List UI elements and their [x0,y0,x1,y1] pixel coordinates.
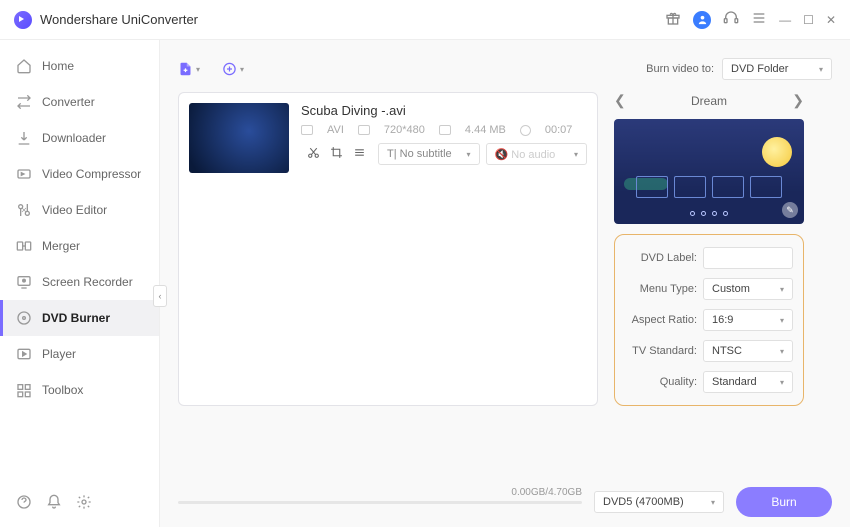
help-icon[interactable] [16,494,32,513]
sidebar-item-player[interactable]: Player [0,336,159,372]
sidebar-item-label: Merger [42,239,80,253]
sidebar: Home Converter Downloader Video Compress… [0,40,160,527]
file-resolution: 720*480 [384,124,425,136]
merger-icon [16,238,32,254]
sidebar-item-label: Converter [42,95,95,109]
disc-type-select[interactable]: DVD5 (4700MB)▾ [594,491,724,513]
file-card: Scuba Diving -.avi AVI 720*480 4.44 MB 0… [178,92,598,406]
minimize-button[interactable]: — [779,13,791,27]
theme-preview[interactable]: ✎ [614,119,804,224]
sidebar-item-label: Downloader [42,131,106,145]
collapse-sidebar-button[interactable]: ‹ [153,285,167,307]
sidebar-item-dvd-burner[interactable]: DVD Burner [0,300,159,336]
sidebar-item-home[interactable]: Home [0,48,159,84]
player-icon [16,346,32,362]
file-size: 4.44 MB [465,124,506,136]
sidebar-item-label: DVD Burner [42,311,110,325]
sidebar-item-converter[interactable]: Converter [0,84,159,120]
app-title: Wondershare UniConverter [40,12,665,27]
burn-button[interactable]: Burn [736,487,832,517]
sidebar-item-label: Video Editor [42,203,107,217]
sidebar-item-label: Home [42,59,74,73]
aspect-ratio-label: Aspect Ratio: [625,314,697,326]
sidebar-item-toolbox[interactable]: Toolbox [0,372,159,408]
sidebar-item-compressor[interactable]: Video Compressor [0,156,159,192]
crop-icon[interactable] [330,146,343,162]
sidebar-item-merger[interactable]: Merger [0,228,159,264]
menu-type-label: Menu Type: [625,283,697,295]
burn-to-select[interactable]: DVD Folder▾ [722,58,832,80]
settings-icon[interactable] [76,494,92,513]
sidebar-item-editor[interactable]: Video Editor [0,192,159,228]
sidebar-item-label: Video Compressor [42,167,141,181]
sidebar-item-label: Screen Recorder [42,275,133,289]
capacity-progress: 0.00GB/4.70GB [178,501,582,504]
editor-icon [16,202,32,218]
dvd-icon [16,310,32,326]
dvd-label-label: DVD Label: [625,252,697,264]
theme-name: Dream [691,94,727,108]
capacity-label: 0.00GB/4.70GB [511,487,582,498]
headset-icon[interactable] [723,10,739,29]
quality-label: Quality: [625,376,697,388]
tv-standard-label: TV Standard: [625,345,697,357]
converter-icon [16,94,32,110]
sidebar-item-downloader[interactable]: Downloader [0,120,159,156]
trim-icon[interactable] [307,146,320,162]
dvd-settings-panel: DVD Label: Menu Type: Custom▾ Aspect Rat… [614,234,804,406]
size-icon [439,125,451,135]
sidebar-item-label: Player [42,347,76,361]
home-icon [16,58,32,74]
tv-standard-select[interactable]: NTSC▾ [703,340,793,362]
file-duration: 00:07 [545,124,573,136]
audio-select[interactable]: 🔇 No audio▾ [486,143,588,165]
menu-type-select[interactable]: Custom▾ [703,278,793,300]
clock-icon [520,125,531,136]
close-button[interactable]: ✕ [826,13,836,27]
gift-icon[interactable] [665,10,681,29]
file-name: Scuba Diving -.avi [301,103,587,118]
effects-icon[interactable] [353,146,366,162]
edit-theme-icon[interactable]: ✎ [782,202,798,218]
quality-select[interactable]: Standard▾ [703,371,793,393]
burn-to-label: Burn video to: [646,63,714,75]
sidebar-item-recorder[interactable]: Screen Recorder [0,264,159,300]
add-source-button[interactable]: ▾ [222,58,244,80]
add-file-button[interactable]: ▾ [178,58,200,80]
recorder-icon [16,274,32,290]
compressor-icon [16,166,32,182]
dvd-label-input[interactable] [703,247,793,269]
file-format: AVI [327,124,344,136]
sidebar-item-label: Toolbox [42,383,83,397]
aspect-ratio-select[interactable]: 16:9▾ [703,309,793,331]
video-thumbnail[interactable] [189,103,289,173]
menu-icon[interactable] [751,10,767,29]
bell-icon[interactable] [46,494,62,513]
theme-prev-button[interactable]: ❮ [614,92,626,109]
resolution-icon [358,125,370,135]
maximize-button[interactable]: ☐ [803,13,814,27]
moon-decoration [762,137,792,167]
app-logo-icon [14,11,32,29]
theme-next-button[interactable]: ❯ [792,92,804,109]
user-avatar-icon[interactable] [693,11,711,29]
downloader-icon [16,130,32,146]
titlebar: Wondershare UniConverter — ☐ ✕ [0,0,850,40]
format-icon [301,125,313,135]
subtitle-select[interactable]: T| No subtitle▾ [378,143,480,165]
toolbox-icon [16,382,32,398]
